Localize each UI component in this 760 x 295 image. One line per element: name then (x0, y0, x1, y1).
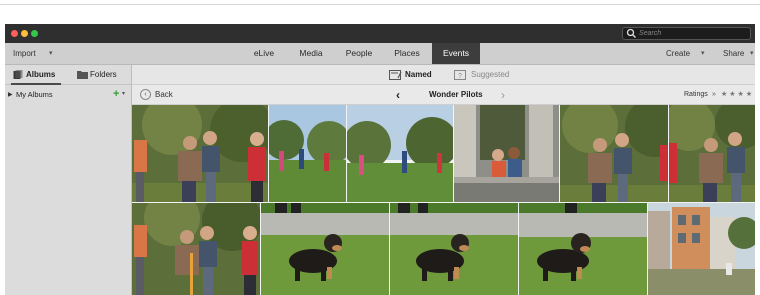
tab-people[interactable]: People (339, 43, 379, 64)
photo-thumbnail[interactable] (519, 203, 647, 295)
photo-thumbnail[interactable] (261, 203, 389, 295)
create-button[interactable]: Create (666, 43, 690, 64)
back-button[interactable]: Back (155, 85, 173, 105)
svg-text:?: ? (458, 73, 462, 80)
create-chevron-down-icon[interactable]: ▾ (701, 43, 705, 64)
photo-thumbnail[interactable] (454, 105, 559, 202)
albums-icon (13, 70, 23, 80)
back-arrow-icon[interactable]: ‹ (140, 89, 151, 100)
import-button[interactable]: Import (13, 43, 36, 64)
folder-icon (77, 70, 88, 79)
named-events-icon (389, 70, 402, 80)
app-window: Search Import ▾ eLive Media People Place… (5, 24, 755, 295)
plus-icon[interactable]: + (113, 88, 119, 100)
share-button[interactable]: Share (723, 43, 744, 64)
events-view-switcher: Named ? Suggested (132, 65, 755, 85)
photo-thumbnail[interactable] (347, 105, 453, 202)
tab-events[interactable]: Events (432, 43, 480, 64)
ratings-chevron-icon[interactable]: » (712, 85, 716, 105)
minimize-window-button[interactable] (21, 30, 28, 37)
zoom-window-button[interactable] (31, 30, 38, 37)
main-toolbar: Import ▾ eLive Media People Places Event… (5, 43, 755, 65)
import-chevron-down-icon[interactable]: ▾ (49, 43, 53, 64)
event-navigation-bar: ‹ Back ‹ Wonder Pilots › Ratings » ★★★★★ (132, 85, 755, 105)
search-placeholder: Search (639, 30, 662, 37)
photo-thumbnail[interactable] (560, 105, 668, 202)
sidebar-tab-albums[interactable]: Albums (26, 65, 55, 85)
tab-named[interactable]: Named (405, 65, 432, 85)
sidebar-tab-folders[interactable]: Folders (90, 65, 117, 85)
previous-event-chevron-icon[interactable]: ‹ (396, 85, 400, 105)
page-top-rule (0, 4, 760, 5)
photo-thumbnail[interactable] (648, 203, 755, 295)
event-title: Wonder Pilots (429, 90, 483, 99)
tab-media[interactable]: Media (292, 43, 330, 64)
search-input[interactable]: Search (622, 27, 751, 40)
photo-thumbnail[interactable] (132, 203, 260, 295)
my-albums-label[interactable]: My Albums (16, 90, 53, 99)
title-bar: Search (5, 24, 755, 43)
ratings-label: Ratings (684, 91, 708, 98)
sidebar: Albums Folders ▶ My Albums + ▾ (5, 65, 132, 295)
tab-places[interactable]: Places (388, 43, 426, 64)
sidebar-tabs: Albums Folders (5, 65, 132, 85)
tab-suggested[interactable]: Suggested (471, 65, 509, 85)
photo-thumbnail[interactable] (132, 105, 268, 202)
photo-thumbnail[interactable] (669, 105, 755, 202)
active-tab-indicator (11, 83, 61, 85)
suggested-events-icon: ? (454, 70, 467, 80)
search-icon (626, 28, 637, 39)
photo-grid (132, 105, 755, 295)
next-event-chevron-icon[interactable]: › (501, 85, 505, 105)
photo-thumbnail[interactable] (269, 105, 346, 202)
share-chevron-down-icon[interactable]: ▾ (750, 43, 754, 64)
rating-stars[interactable]: ★★★★★ (721, 85, 755, 105)
tab-elive[interactable]: eLive (245, 43, 283, 64)
close-window-button[interactable] (11, 30, 18, 37)
add-chevron-down-icon[interactable]: ▾ (122, 90, 125, 97)
expand-triangle-icon[interactable]: ▶ (8, 91, 13, 98)
photo-thumbnail[interactable] (390, 203, 518, 295)
